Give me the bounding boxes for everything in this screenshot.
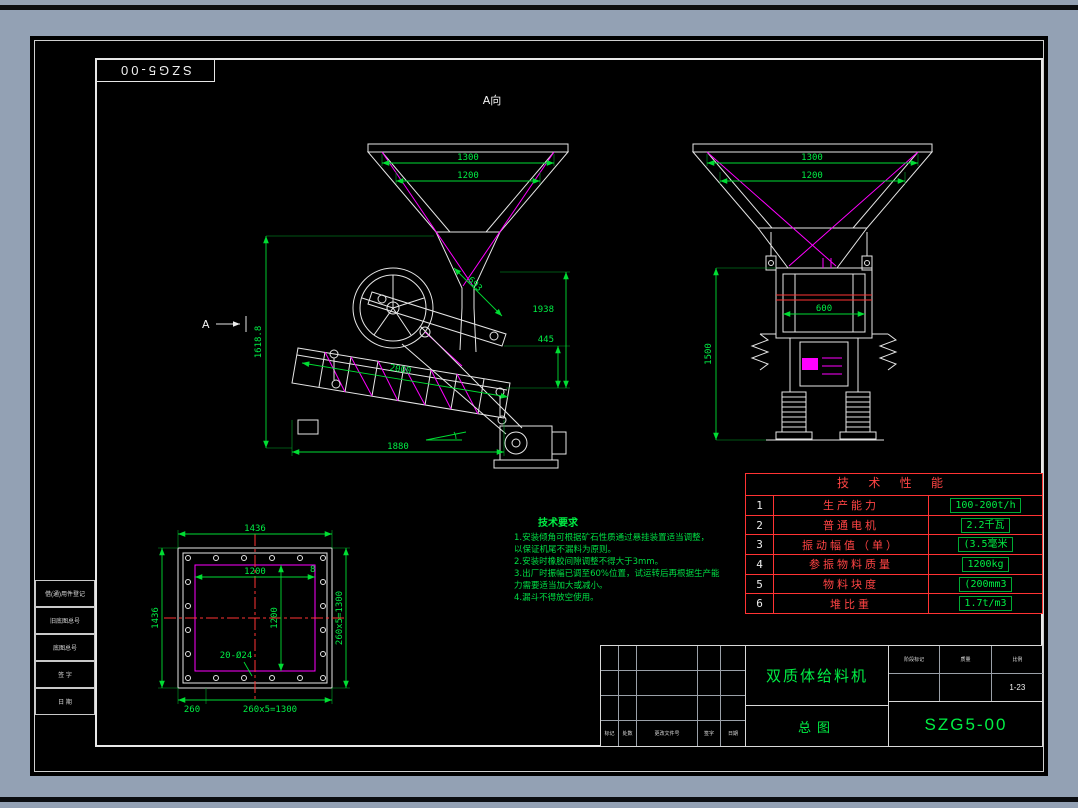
- row-value-cell: 1.7t/m3: [929, 594, 1042, 613]
- titleblock-label: 更改文件号: [637, 721, 698, 746]
- sheet-name: 总图: [797, 720, 836, 735]
- row-value-cell: (3.5毫米: [929, 535, 1042, 554]
- title-block: 标记 处数 更改文件号 签字 日期 双质体给料机 总图 阶段标记 质量 比例 1…: [600, 645, 1043, 747]
- titleblock-cell: [637, 696, 698, 721]
- titleblock-cell: [721, 646, 745, 671]
- performance-table-title: 技 术 性 能: [746, 474, 1042, 496]
- row-name: 普通电机: [774, 515, 929, 535]
- titleblock-cell: [698, 646, 721, 671]
- drawing-number-corner-box: SZG5-00: [95, 58, 215, 82]
- row-value: 100-200t/h: [950, 497, 1021, 513]
- titleblock-label: 标记: [601, 721, 619, 746]
- row-number: 2: [746, 515, 774, 535]
- cad-viewer-background: A向 1300 1200 1618.8 A 1938 445 693 2000 …: [0, 0, 1078, 808]
- row-value-cell: (200mm3: [929, 575, 1042, 594]
- title-block-name-area: 双质体给料机 总图: [746, 646, 889, 746]
- titleblock-cell: [619, 696, 637, 721]
- row-value-cell: 100-200t/h: [929, 496, 1042, 515]
- border-block-signature: 签 字: [35, 661, 95, 688]
- table-row: 5 物料块度 (200mm3: [746, 574, 1042, 595]
- titleblock-cell: [619, 671, 637, 696]
- table-row: 3 振动幅值（单） (3.5毫米: [746, 535, 1042, 556]
- titleblock-cell: [889, 673, 941, 701]
- titleblock-cell: [637, 671, 698, 696]
- row-name: 振动幅值（单）: [774, 535, 929, 555]
- row-name: 参振物料质量: [774, 555, 929, 574]
- product-name: 双质体给料机: [746, 646, 888, 706]
- titleblock-cell: [721, 696, 745, 721]
- border-block-old-master-no: 旧底图总号: [35, 607, 95, 634]
- titleblock-label: 质量: [940, 646, 992, 674]
- titleblock-cell: [601, 671, 619, 696]
- title-block-right-area: 阶段标记 质量 比例 1-23 SZG5-00: [889, 646, 1043, 746]
- titleblock-cell: [619, 646, 637, 671]
- row-number: 1: [746, 496, 774, 515]
- table-row: 2 普通电机 2.2千瓦: [746, 515, 1042, 536]
- drawing-sheet: A向 1300 1200 1618.8 A 1938 445 693 2000 …: [30, 36, 1048, 776]
- titleblock-label: 日期: [727, 731, 738, 737]
- row-name: 生产能力: [774, 496, 929, 515]
- border-frame-inner: [95, 58, 1043, 747]
- row-number: 5: [746, 574, 774, 594]
- titleblock-label: 比例: [991, 646, 1043, 674]
- row-value: 1.7t/m3: [959, 596, 1012, 612]
- titleblock-cell: [721, 671, 745, 696]
- title-block-revision-grid: 标记 处数 更改文件号 签字 日期: [601, 646, 746, 746]
- table-row: 1 生产能力 100-200t/h: [746, 496, 1042, 516]
- row-value-cell: 2.2千瓦: [929, 516, 1042, 535]
- titleblock-cell: [601, 646, 619, 671]
- row-value: 1200kg: [962, 556, 1009, 572]
- row-name: 物料块度: [774, 574, 929, 594]
- titleblock-cell: [940, 673, 992, 701]
- row-value: 2.2千瓦: [961, 517, 1010, 533]
- window-bottom-edge: [0, 797, 1078, 802]
- table-row: 4 参振物料质量 1200kg: [746, 555, 1042, 575]
- row-value-cell: 1200kg: [929, 555, 1042, 574]
- row-value: (200mm3: [959, 576, 1012, 592]
- row-number: 3: [746, 535, 774, 555]
- row-value: (3.5毫米: [958, 537, 1013, 553]
- border-block-date: 日 期: [35, 688, 95, 715]
- row-name: 堆比重: [774, 594, 929, 614]
- titleblock-cell: [601, 696, 619, 721]
- row-number: 6: [746, 594, 774, 614]
- titleblock-label: 处数: [619, 721, 637, 746]
- table-row: 6 堆比重 1.7t/m3: [746, 594, 1042, 614]
- scale-value: 1-23: [1009, 682, 1026, 692]
- performance-table: 技 术 性 能 1 生产能力 100-200t/h 2 普通电机 2.2千瓦 3…: [745, 473, 1043, 614]
- window-top-edge: [0, 5, 1078, 10]
- row-number: 4: [746, 555, 774, 574]
- border-block-master-no: 底图总号: [35, 634, 95, 661]
- border-block-reuse-record: 借(通)用件登记: [35, 580, 95, 607]
- corner-drawing-number: SZG5-00: [118, 62, 192, 78]
- titleblock-cell: [698, 671, 721, 696]
- titleblock-label: 阶段标记: [889, 646, 941, 674]
- titleblock-cell: [698, 696, 721, 721]
- title-block-drawing-number: SZG5-00: [924, 714, 1008, 734]
- title-block-stage-grid: 阶段标记 质量 比例 1-23: [889, 646, 1043, 702]
- titleblock-cell: [637, 646, 698, 671]
- titleblock-label: 签字: [698, 721, 721, 746]
